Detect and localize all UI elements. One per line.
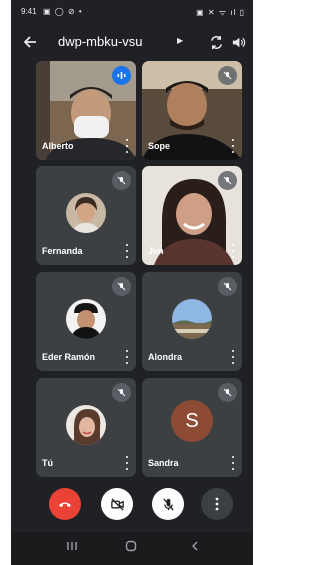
muted-indicator: [218, 277, 237, 296]
mic-toggle-button[interactable]: [152, 488, 184, 520]
muted-indicator: [112, 383, 131, 402]
participant-avatar: [66, 405, 106, 445]
participant-tile-self[interactable]: Tú: [36, 378, 136, 477]
mic-off-icon: [223, 176, 232, 185]
recents-icon: [67, 542, 77, 550]
participant-tile-sandra[interactable]: S Sandra: [142, 378, 242, 477]
participant-name: Sope: [148, 141, 171, 151]
home-icon: [125, 540, 137, 552]
back-nav-button[interactable]: [189, 540, 201, 555]
system-icons: ▣ ✕ ᯤ ıl ▯: [196, 8, 245, 17]
participant-name: Jen: [148, 246, 164, 256]
status-bar: 9:41 ▣ ◯ ⊘ • ▣ ✕ ᯤ ıl ▯: [11, 0, 253, 26]
android-nav-bar: [11, 532, 253, 565]
more-vert-icon: [215, 497, 219, 511]
participant-name: Alondra: [148, 352, 183, 362]
participant-tile-eder-ramon[interactable]: Eder Ramón: [36, 272, 136, 371]
eder-ramon-photo: [66, 299, 106, 339]
participant-name: Sandra: [148, 458, 179, 468]
participant-more-button[interactable]: [229, 456, 237, 470]
participant-more-button[interactable]: [229, 350, 237, 364]
participant-name: Eder Ramón: [42, 352, 96, 362]
participant-more-button[interactable]: [123, 456, 131, 470]
mic-off-icon: [223, 282, 232, 291]
switch-camera-icon: [210, 35, 222, 49]
participant-name: Tú: [42, 458, 53, 468]
participant-name: Fernanda: [42, 246, 83, 256]
audio-level-icon: [117, 72, 126, 79]
speaker-icon: [232, 37, 245, 47]
alondra-photo: [172, 299, 212, 339]
participant-more-button[interactable]: [123, 139, 131, 153]
mic-off-icon: [117, 282, 126, 291]
recent-apps-button[interactable]: [66, 540, 78, 555]
meeting-header: dwp-mbku-vsu ▶: [11, 27, 253, 59]
mic-off-icon: [117, 176, 126, 185]
fernanda-photo: [66, 193, 106, 233]
mic-off-icon: [162, 497, 174, 511]
muted-indicator: [218, 383, 237, 402]
mic-off-icon: [117, 388, 126, 397]
meeting-info-caret-icon[interactable]: ▶: [177, 36, 183, 45]
muted-indicator: [112, 277, 131, 296]
more-options-button[interactable]: [201, 488, 233, 520]
phone-screen: 9:41 ▣ ◯ ⊘ • ▣ ✕ ᯤ ıl ▯ dwp-mbku-vsu ▶ A…: [11, 0, 253, 565]
participant-tile-alondra[interactable]: Alondra: [142, 272, 242, 371]
speaking-indicator: [112, 66, 131, 85]
meeting-code[interactable]: dwp-mbku-vsu: [58, 34, 143, 49]
participant-avatar: [172, 299, 212, 339]
muted-indicator: [218, 66, 237, 85]
status-time: 9:41: [21, 7, 37, 16]
mic-off-icon: [223, 71, 232, 80]
end-call-icon: [59, 502, 71, 507]
back-chevron-icon: [192, 541, 198, 551]
participant-initial-avatar: S: [171, 400, 213, 442]
switch-camera-button[interactable]: [205, 31, 227, 53]
participant-tile-fernanda[interactable]: Fernanda: [36, 166, 136, 265]
muted-indicator: [112, 171, 131, 190]
participant-tile-alberto[interactable]: Alberto: [36, 61, 136, 160]
participant-more-button[interactable]: [229, 244, 237, 258]
call-controls: [11, 486, 253, 526]
home-button[interactable]: [125, 540, 137, 555]
participant-more-button[interactable]: [123, 350, 131, 364]
participant-tile-jen[interactable]: Jen: [142, 166, 242, 265]
back-arrow-icon: [23, 36, 36, 48]
speaker-button[interactable]: [227, 31, 249, 53]
camera-off-icon: [110, 497, 124, 511]
notification-icons: ▣ ◯ ⊘ •: [43, 7, 83, 16]
participant-avatar: [66, 193, 106, 233]
participant-avatar: [66, 299, 106, 339]
mic-off-icon: [223, 388, 232, 397]
muted-indicator: [218, 171, 237, 190]
participant-name: Alberto: [42, 141, 74, 151]
self-photo: [66, 405, 106, 445]
participant-more-button[interactable]: [123, 244, 131, 258]
end-call-button[interactable]: [49, 488, 81, 520]
participant-tile-sope[interactable]: Sope: [142, 61, 242, 160]
participant-more-button[interactable]: [229, 139, 237, 153]
camera-toggle-button[interactable]: [101, 488, 133, 520]
back-button[interactable]: [19, 31, 41, 53]
